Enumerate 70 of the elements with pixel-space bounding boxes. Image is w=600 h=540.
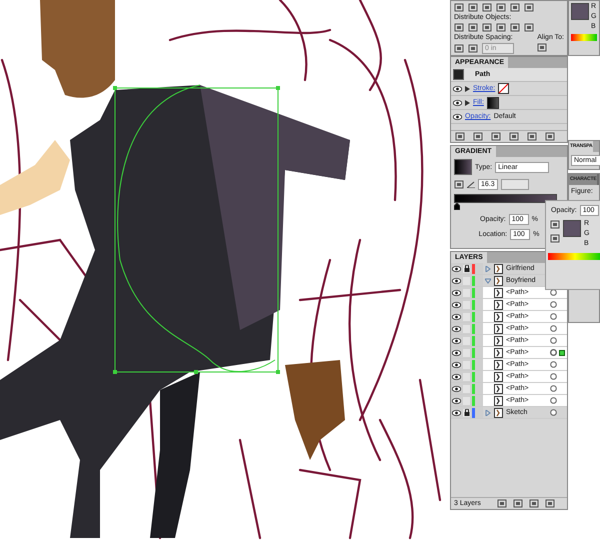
path-thumbnail-icon: [494, 384, 503, 394]
path-thumbnail-icon: [494, 372, 503, 382]
eye-icon[interactable]: [453, 100, 462, 106]
eye-icon[interactable]: [452, 338, 461, 344]
color-swatch[interactable]: [563, 220, 581, 237]
selection-box[interactable]: [113, 84, 280, 374]
lock-toggle[interactable]: [463, 264, 470, 272]
layer-color-bar: [472, 372, 475, 382]
gradient-stop-icon[interactable]: [454, 203, 460, 210]
target-circle-icon[interactable]: [550, 349, 557, 356]
lock-toggle[interactable]: [463, 408, 470, 416]
eye-icon[interactable]: [452, 398, 461, 404]
target-circle-icon[interactable]: [550, 385, 557, 392]
layer-color-bar: [472, 312, 475, 322]
path-thumbnail-icon: [494, 312, 503, 322]
path-thumbnail-icon: [494, 360, 503, 370]
path-thumbnail-icon: [494, 348, 503, 358]
color-swatch[interactable]: [571, 3, 589, 20]
target-circle-icon[interactable]: [550, 373, 557, 380]
layer-color-bar: [472, 324, 475, 334]
target-circle-icon[interactable]: [550, 301, 557, 308]
eye-icon[interactable]: [452, 278, 461, 284]
eye-icon[interactable]: [453, 114, 462, 120]
expand-triangle-icon[interactable]: [465, 100, 470, 106]
target-circle-icon[interactable]: [550, 313, 557, 320]
gradient-preview[interactable]: [454, 159, 472, 175]
eye-icon[interactable]: [452, 314, 461, 320]
layer-color-bar: [472, 348, 475, 358]
eye-icon[interactable]: [452, 302, 461, 308]
eye-icon[interactable]: [452, 386, 461, 392]
target-circle-icon[interactable]: [550, 337, 557, 344]
path-thumbnail-icon: [494, 396, 503, 406]
expand-triangle-icon[interactable]: [465, 86, 470, 92]
path-thumbnail-icon: [494, 276, 503, 286]
target-circle-icon[interactable]: [550, 397, 557, 404]
eye-icon[interactable]: [452, 290, 461, 296]
path-thumbnail-icon: [494, 288, 503, 298]
layer-color-bar: [472, 288, 475, 298]
layer-color-bar: [472, 396, 475, 406]
angle-icon: [467, 181, 475, 188]
layer-color-bar: [472, 360, 475, 370]
layer-color-bar: [472, 336, 475, 346]
layer-color-bar: [472, 384, 475, 394]
layer-color-bar: [472, 300, 475, 310]
target-circle-icon[interactable]: [550, 325, 557, 332]
target-circle-icon[interactable]: [550, 361, 557, 368]
color-spectrum[interactable]: [548, 253, 600, 260]
target-circle-icon[interactable]: [550, 289, 557, 296]
eye-icon[interactable]: [452, 350, 461, 356]
color-spectrum[interactable]: [571, 34, 597, 41]
lock-icon: [464, 265, 470, 272]
path-thumbnail-icon: [494, 264, 503, 274]
selection-indicator[interactable]: [559, 350, 565, 356]
eye-icon[interactable]: [452, 266, 461, 272]
lock-toggle[interactable]: [463, 276, 470, 284]
target-circle-icon[interactable]: [550, 409, 557, 416]
gradient-swatch[interactable]: [486, 96, 499, 108]
eye-icon[interactable]: [452, 362, 461, 368]
path-thumbnail-icon: [494, 300, 503, 310]
aspect-field[interactable]: [501, 179, 529, 190]
no-stroke-swatch-icon[interactable]: [498, 83, 510, 94]
eye-icon[interactable]: [452, 374, 461, 380]
lock-icon: [464, 409, 470, 416]
path-thumbnail-icon: [494, 324, 503, 334]
path-thumbnail-icon: [494, 408, 503, 418]
eye-icon[interactable]: [452, 326, 461, 332]
eye-icon[interactable]: [452, 410, 461, 416]
eye-icon[interactable]: [453, 86, 462, 92]
path-thumbnail-icon: [494, 336, 503, 346]
fill-swatch: [453, 69, 464, 80]
